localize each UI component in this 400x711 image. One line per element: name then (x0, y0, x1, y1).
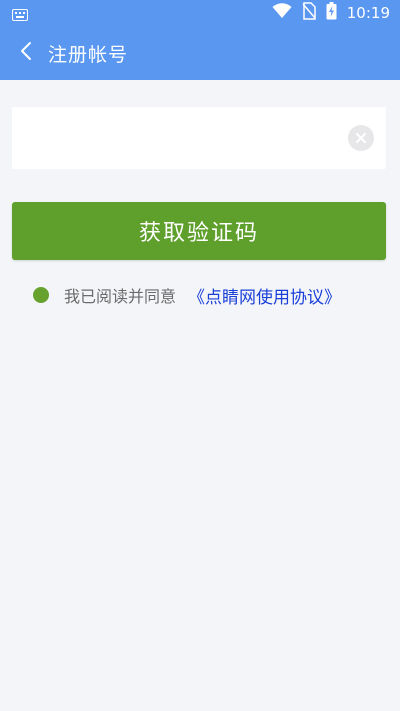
agreement-link[interactable]: 《点睛网使用协议》 (188, 283, 341, 308)
app-bar: 注册帐号 (0, 26, 400, 80)
agreement-text: 我已阅读并同意 (64, 287, 177, 306)
status-time: 10:19 (346, 4, 390, 22)
get-code-button[interactable]: 获取验证码 (12, 202, 386, 260)
wifi-icon (272, 3, 292, 23)
page-title: 注册帐号 (48, 43, 129, 66)
clear-circle-icon (355, 129, 367, 148)
battery-charging-icon (326, 2, 337, 24)
phone-input-container (12, 107, 386, 169)
keyboard-icon (12, 6, 28, 21)
status-bar: 10:19 (0, 0, 400, 26)
back-button[interactable] (4, 26, 48, 80)
chevron-left-icon (20, 41, 32, 65)
no-sim-icon (302, 2, 316, 24)
agreement-row: 我已阅读并同意 《点睛网使用协议》 (33, 283, 341, 308)
phone-input[interactable] (12, 107, 348, 169)
agree-checkbox[interactable] (33, 287, 49, 303)
clear-input-button[interactable] (348, 125, 374, 151)
